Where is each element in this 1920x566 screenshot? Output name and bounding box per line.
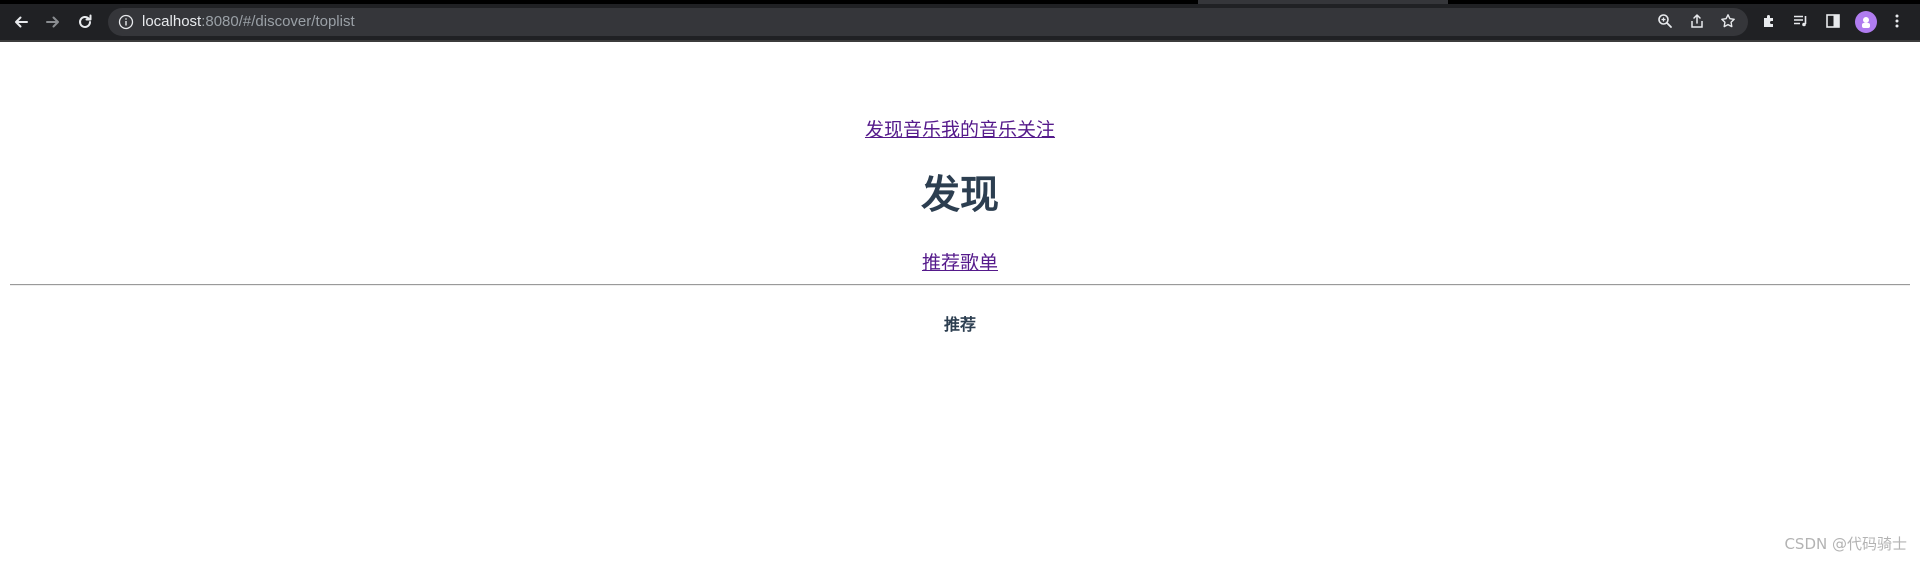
url-path: :8080/#/discover/toplist bbox=[201, 13, 355, 30]
watermark: CSDN @代码骑士 bbox=[1784, 535, 1907, 553]
nav-link-my-music[interactable]: 我的音乐 bbox=[941, 119, 1017, 141]
address-bar[interactable]: localhost:8080/#/discover/toplist bbox=[108, 8, 1748, 36]
reload-icon[interactable] bbox=[73, 10, 97, 34]
info-icon[interactable] bbox=[118, 14, 134, 30]
page-content: 发现音乐我的音乐关注 发现 推荐歌单 推荐 CSDN @代码骑士 bbox=[0, 44, 1920, 566]
divider bbox=[10, 284, 1910, 286]
url-host: localhost bbox=[142, 13, 202, 30]
back-arrow-icon[interactable] bbox=[9, 10, 33, 34]
section-title: 推荐 bbox=[943, 315, 976, 334]
star-icon[interactable] bbox=[1719, 12, 1737, 30]
browser-toolbar: localhost:8080/#/discover/toplist bbox=[0, 0, 1920, 42]
side-panel-icon[interactable] bbox=[1824, 12, 1842, 30]
tab-strip bbox=[0, 0, 1920, 4]
menu-icon[interactable] bbox=[1888, 12, 1906, 30]
reading-list-icon[interactable] bbox=[1792, 12, 1810, 30]
forward-arrow-icon[interactable] bbox=[41, 10, 65, 34]
sub-nav: 推荐歌单 bbox=[0, 250, 1920, 276]
nav-link-follow[interactable]: 关注 bbox=[1017, 119, 1055, 141]
profile-avatar[interactable] bbox=[1855, 11, 1877, 33]
active-tab[interactable] bbox=[1198, 0, 1448, 4]
page-title: 发现 bbox=[920, 173, 999, 218]
zoom-icon[interactable] bbox=[1656, 12, 1674, 30]
main-nav: 发现音乐我的音乐关注 bbox=[0, 117, 1920, 143]
share-icon[interactable] bbox=[1688, 12, 1706, 30]
extensions-icon[interactable] bbox=[1760, 12, 1778, 30]
subnav-link-recommended-playlists[interactable]: 推荐歌单 bbox=[922, 252, 998, 274]
nav-link-discover-music[interactable]: 发现音乐 bbox=[865, 119, 941, 141]
url-text[interactable]: localhost:8080/#/discover/toplist bbox=[142, 13, 355, 31]
